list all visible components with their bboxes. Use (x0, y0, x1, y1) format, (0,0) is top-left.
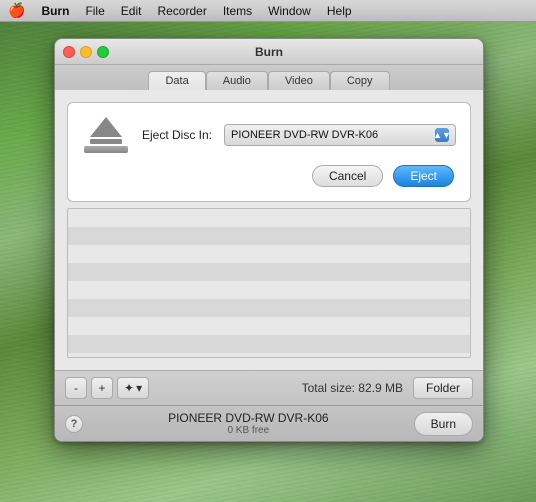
gear-chevron-icon: ▾ (136, 381, 142, 395)
drive-info: PIONEER DVD-RW DVR-K06 0 KB free (91, 411, 406, 436)
menu-edit[interactable]: Edit (121, 4, 142, 18)
menu-help[interactable]: Help (327, 4, 352, 18)
bottom-toolbar: - + ✦ ▾ Total size: 82.9 MB Folder (55, 370, 483, 405)
eject-button-row: Cancel Eject (82, 165, 456, 187)
titlebar: Burn (55, 39, 483, 65)
desktop: 🍎 Burn File Edit Recorder Items Window H… (0, 0, 536, 502)
list-item (68, 245, 470, 263)
list-item (68, 299, 470, 317)
menu-recorder[interactable]: Recorder (157, 4, 206, 18)
tab-video[interactable]: Video (268, 71, 330, 90)
eject-button[interactable]: Eject (393, 165, 454, 187)
eject-bar-icon (90, 139, 122, 144)
window-title: Burn (255, 45, 283, 59)
list-item (68, 227, 470, 245)
drive-free-label: 0 KB free (91, 425, 406, 436)
file-list (67, 208, 471, 358)
list-item (68, 209, 470, 227)
traffic-lights (63, 46, 109, 58)
app-window: Burn Data Audio Video Copy Eject Dis (54, 38, 484, 442)
menu-burn[interactable]: Burn (41, 4, 69, 18)
tab-copy[interactable]: Copy (330, 71, 390, 90)
status-bar: ? PIONEER DVD-RW DVR-K06 0 KB free Burn (55, 405, 483, 441)
menu-file[interactable]: File (85, 4, 104, 18)
close-button[interactable] (63, 46, 75, 58)
remove-button[interactable]: - (65, 377, 87, 399)
tabs-container: Data Audio Video Copy (55, 65, 483, 90)
eject-label: Eject Disc In: (142, 128, 212, 142)
eject-base-icon (84, 146, 128, 153)
tab-data[interactable]: Data (148, 71, 205, 90)
list-item (68, 317, 470, 335)
list-item (68, 281, 470, 299)
cancel-button[interactable]: Cancel (312, 165, 383, 187)
dropdown-arrow-icon: ▲▼ (435, 128, 449, 142)
menubar: 🍎 Burn File Edit Recorder Items Window H… (0, 0, 536, 22)
menu-window[interactable]: Window (268, 4, 311, 18)
list-item (68, 263, 470, 281)
drive-name-label: PIONEER DVD-RW DVR-K06 (91, 411, 406, 425)
disc-dropdown-value: PIONEER DVD-RW DVR-K06 (231, 129, 378, 141)
list-item (68, 335, 470, 353)
maximize-button[interactable] (97, 46, 109, 58)
eject-row: Eject Disc In: PIONEER DVD-RW DVR-K06 ▲▼ (82, 117, 456, 153)
folder-button[interactable]: Folder (413, 377, 473, 399)
list-item (68, 353, 470, 358)
disc-dropdown[interactable]: PIONEER DVD-RW DVR-K06 ▲▼ (224, 124, 456, 146)
eject-panel: Eject Disc In: PIONEER DVD-RW DVR-K06 ▲▼… (67, 102, 471, 202)
gear-icon: ✦ (124, 381, 134, 395)
eject-triangle-icon (90, 117, 122, 137)
burn-button[interactable]: Burn (414, 412, 473, 436)
menu-items[interactable]: Items (223, 4, 252, 18)
tab-audio[interactable]: Audio (206, 71, 268, 90)
add-button[interactable]: + (91, 377, 113, 399)
disc-icon (82, 117, 130, 153)
total-size-label: Total size: 82.9 MB (153, 381, 403, 395)
help-button[interactable]: ? (65, 415, 83, 433)
minimize-button[interactable] (80, 46, 92, 58)
gear-button[interactable]: ✦ ▾ (117, 377, 149, 399)
apple-menu[interactable]: 🍎 (8, 2, 25, 19)
main-content: Eject Disc In: PIONEER DVD-RW DVR-K06 ▲▼… (55, 90, 483, 370)
